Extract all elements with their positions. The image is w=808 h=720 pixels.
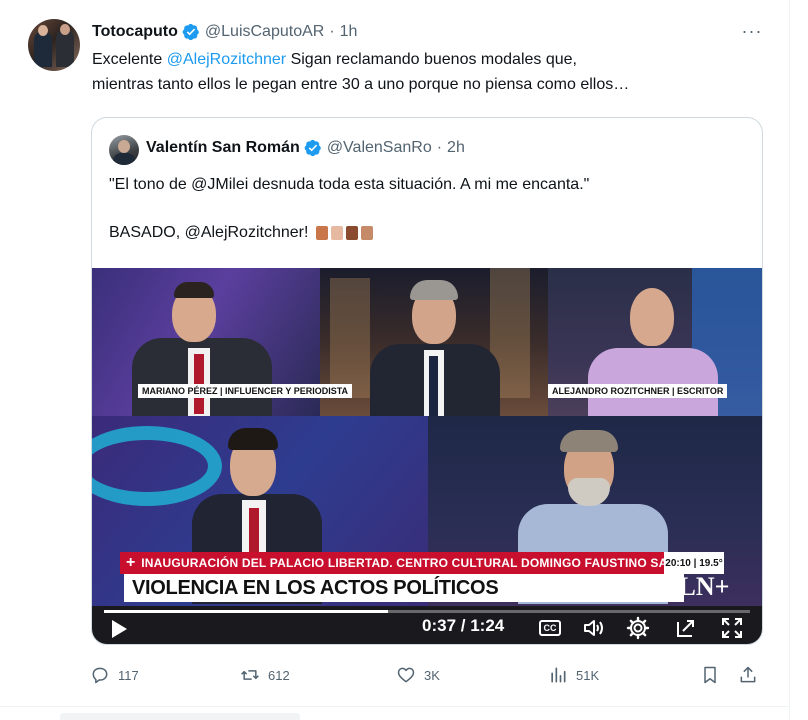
tweet-timestamp[interactable]: 1h [340, 23, 358, 41]
views-button[interactable]: 51K [548, 660, 599, 690]
heart-icon [397, 667, 415, 683]
quoted-author-handle[interactable]: @ValenSanRo [327, 139, 432, 157]
video-panel-anchor [320, 268, 548, 416]
quoted-tweet-text-line2: BASADO, @AlejRozitchner! [109, 221, 749, 245]
hand-emoji-icon [360, 225, 373, 240]
banner-text: INAUGURACIÓN DEL PALACIO LIBERTAD. CENTR… [141, 556, 724, 570]
banner-plus-icon: + [125, 554, 136, 571]
next-tweet-preview [0, 706, 790, 720]
author-avatar[interactable] [28, 19, 80, 71]
hand-emoji-icon [330, 225, 343, 240]
tweet-actions-bar: 117 612 3K 51K [90, 660, 770, 690]
tweet[interactable]: Totocaputo @LuisCaputoAR · 1h ··· Excele… [0, 0, 790, 706]
header-separator: · [329, 23, 335, 40]
video-progress-bar[interactable] [104, 610, 750, 613]
bookmark-button[interactable] [700, 660, 728, 690]
video-name-tag-right: ALEJANDRO ROZITCHNER | ESCRITOR [548, 384, 728, 398]
quoted-author-avatar[interactable] [109, 135, 139, 165]
quoted-header-separator: · [436, 139, 443, 156]
verified-badge-icon [304, 139, 321, 157]
verified-badge-icon [182, 23, 199, 41]
tweet-text-prefix: Excelente [92, 51, 167, 68]
tweet-text: Excelente @AlejRozitchner Sigan reclaman… [92, 47, 782, 97]
author-handle[interactable]: @LuisCaputoAR [205, 23, 324, 41]
video-time-separator: / [456, 616, 471, 635]
video-player[interactable]: MARIANO PÉREZ | INFLUENCER Y PERIODISTA … [92, 268, 762, 644]
tweet-header: Totocaputo @LuisCaputoAR · 1h [92, 21, 357, 43]
picture-in-picture-icon[interactable] [674, 616, 698, 640]
ln-plus-logo: LN+ [678, 572, 730, 601]
reply-count: 117 [118, 667, 139, 683]
video-headline-bar: VIOLENCIA EN LOS ACTOS POLÍTICOS [124, 574, 684, 602]
hand-emoji-icon [315, 225, 328, 240]
more-options-icon[interactable]: ··· [740, 22, 764, 42]
video-headline-text: VIOLENCIA EN LOS ACTOS POLÍTICOS [132, 576, 499, 599]
retweet-icon [241, 670, 259, 680]
like-button[interactable]: 3K [396, 660, 440, 690]
video-time-display: 0:37 / 1:24 [422, 616, 504, 636]
settings-gear-icon[interactable] [626, 616, 650, 640]
quoted-tweet-basado-text: BASADO, @AlejRozitchner! [109, 224, 309, 241]
like-count: 3K [424, 667, 440, 683]
video-name-tag-left: MARIANO PÉREZ | INFLUENCER Y PERIODISTA [138, 384, 353, 398]
quoted-author-display-name[interactable]: Valentín San Román [146, 139, 300, 157]
share-icon [740, 666, 756, 683]
quoted-tweet[interactable]: Valentín San Román @ValenSanRo · 2h "El … [91, 117, 763, 645]
tweet-text-line2: mientras tanto ellos le pegan entre 30 a… [92, 76, 630, 93]
share-button[interactable] [738, 660, 766, 690]
author-display-name[interactable]: Totocaputo [92, 23, 178, 41]
play-icon[interactable] [108, 618, 130, 640]
video-lower-third-banner: + INAUGURACIÓN DEL PALACIO LIBERTAD. CEN… [120, 552, 724, 574]
hand-emoji-icon [345, 225, 358, 240]
quoted-tweet-header: Valentín San Román @ValenSanRo · 2h [146, 137, 465, 159]
captions-label: CC [539, 620, 561, 636]
views-chart-icon [551, 667, 566, 683]
fullscreen-icon[interactable] [720, 616, 744, 640]
reply-button[interactable]: 117 [90, 660, 139, 690]
quoted-tweet-text-line1: "El tono de @JMilei desnuda toda esta si… [109, 176, 590, 193]
captions-icon[interactable]: CC [538, 616, 562, 640]
volume-icon[interactable] [582, 616, 606, 640]
quoted-tweet-timestamp[interactable]: 2h [447, 139, 465, 157]
reply-icon [92, 667, 108, 684]
video-current-time: 0:37 [422, 616, 457, 635]
bookmark-icon [704, 666, 716, 684]
retweet-button[interactable]: 612 [240, 660, 290, 690]
retweet-count: 612 [268, 667, 290, 683]
tweet-text-suffix: Sigan reclamando buenos modales que, [286, 51, 577, 68]
tweet-mention-link[interactable]: @AlejRozitchner [167, 51, 286, 68]
video-duration: 1:24 [470, 616, 505, 635]
video-controls: 0:37 / 1:24 CC [92, 606, 762, 644]
views-count: 51K [576, 667, 600, 683]
